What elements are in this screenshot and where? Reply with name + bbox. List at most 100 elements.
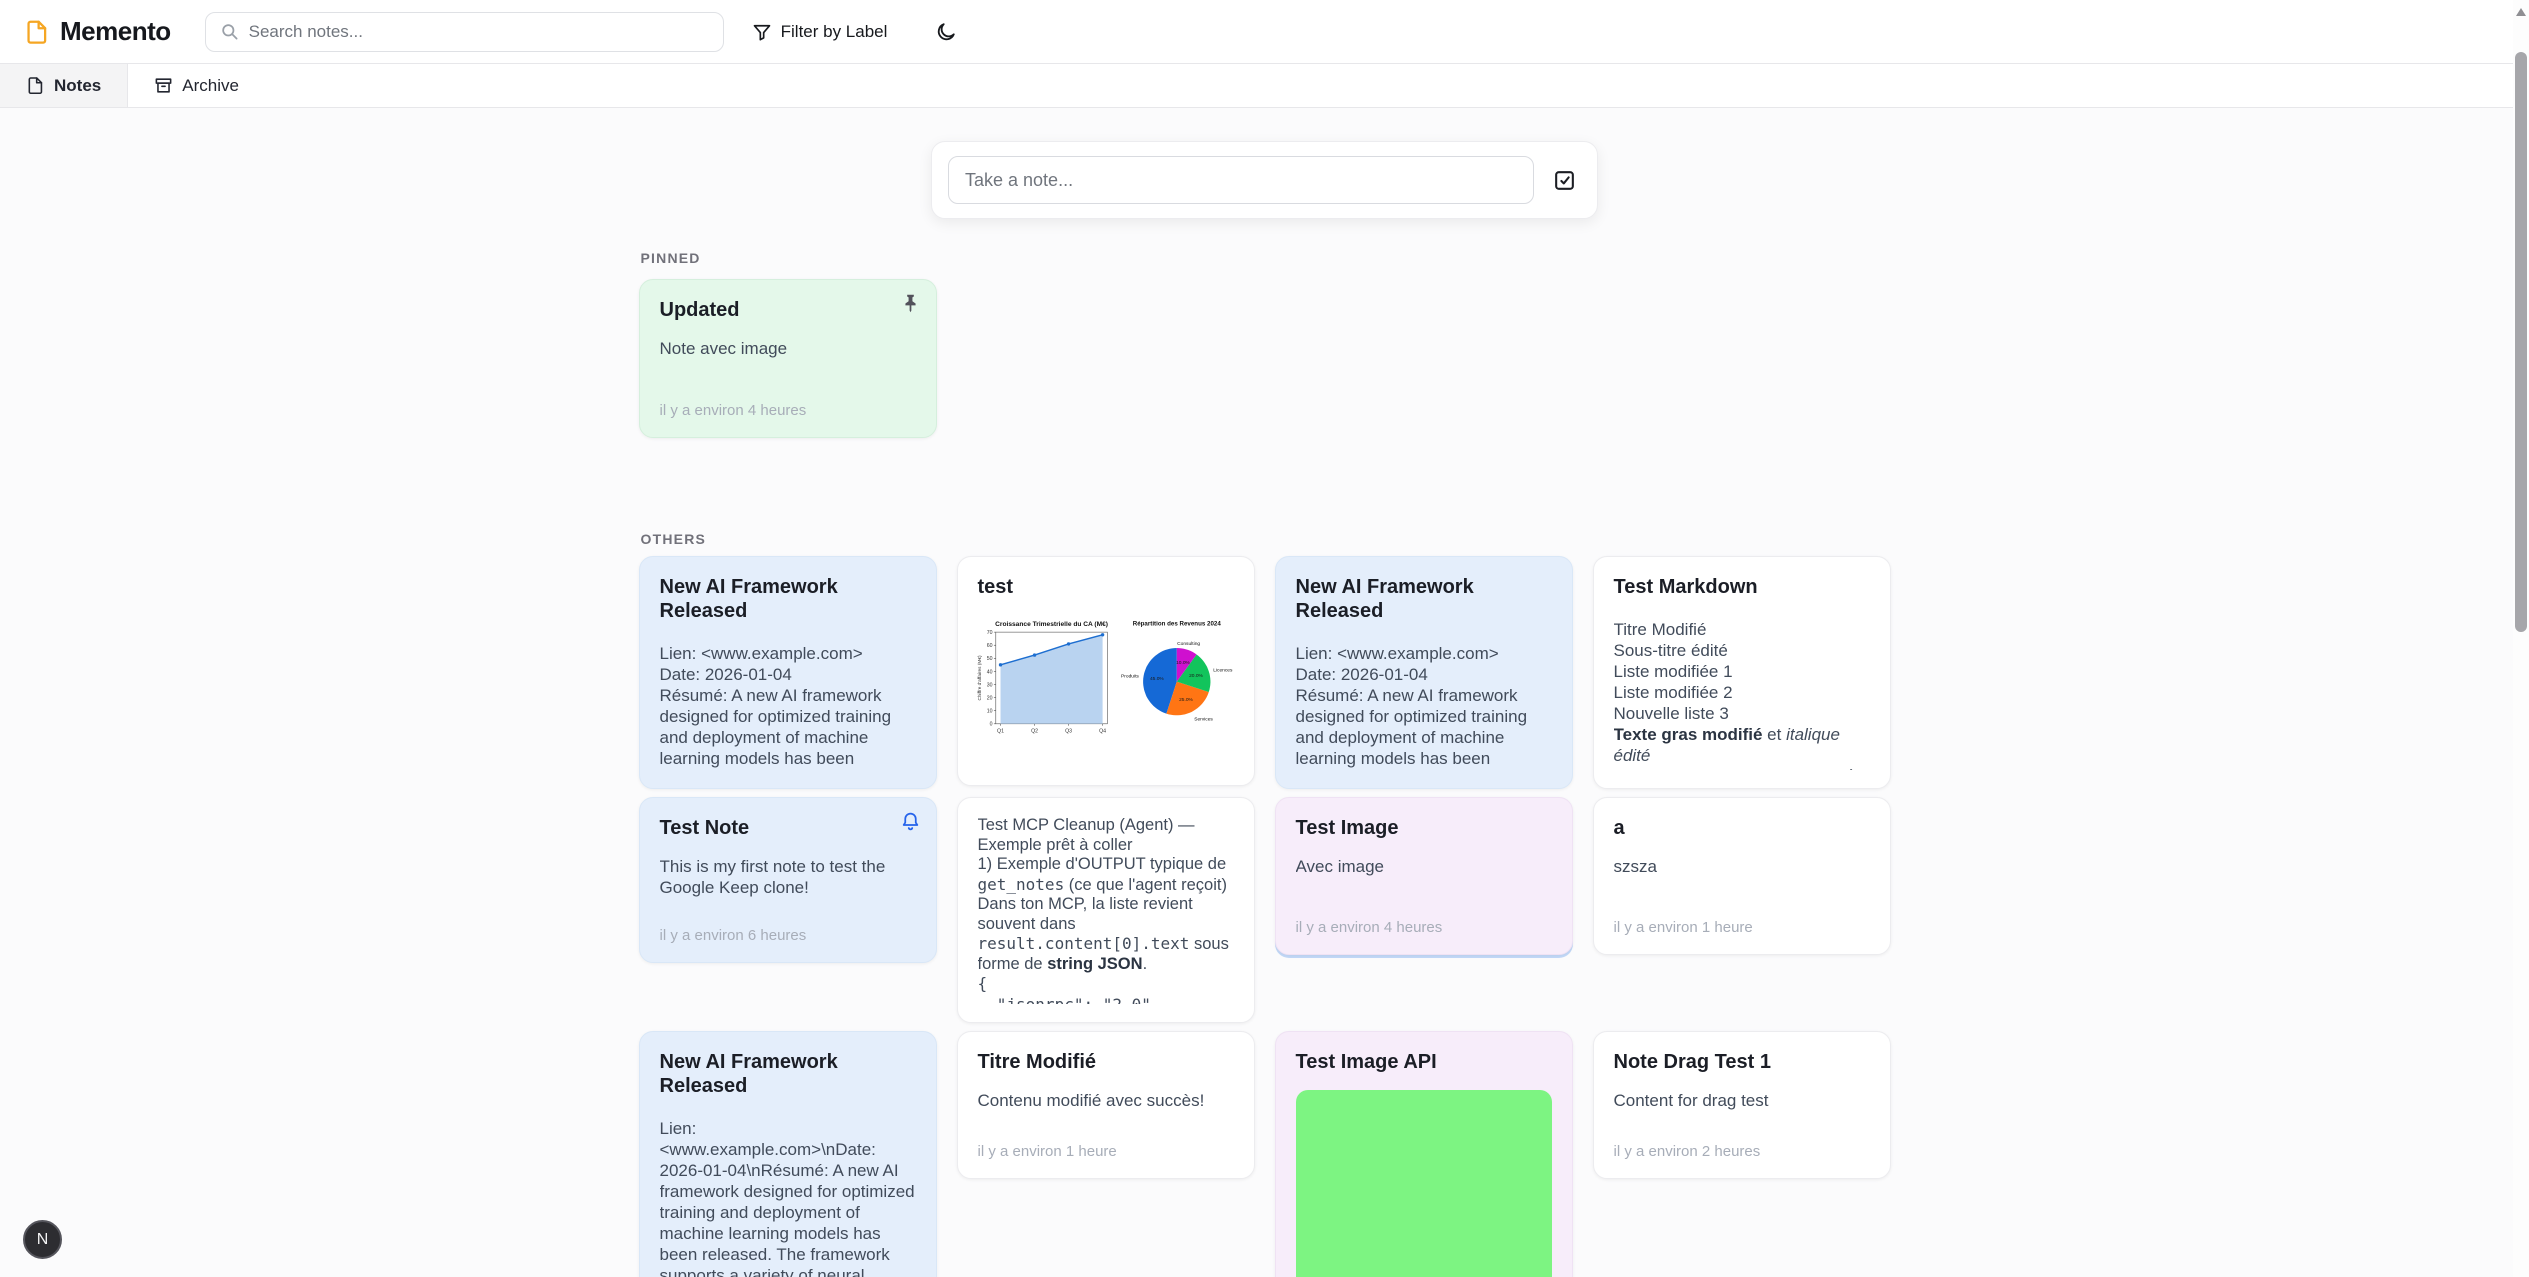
note-card-updated[interactable]: Updated Note avec image il y a environ 4… [639,279,937,438]
svg-text:60: 60 [986,643,992,649]
note-title: New AI Framework Released [1296,575,1552,623]
note-body: Note avec image [660,338,916,359]
note-card-test-note[interactable]: Test Note This is my first note to test … [639,797,937,963]
note-body: Avec image [1296,856,1552,877]
app-title: Memento [60,16,171,47]
tab-notes-label: Notes [54,76,101,96]
note-title: Test Markdown [1614,575,1870,599]
app-brand: Memento [24,16,171,47]
svg-text:0: 0 [989,722,992,728]
tab-notes[interactable]: Notes [0,64,128,107]
scrollbar-up-arrow[interactable] [2516,8,2526,16]
svg-text:25.0%: 25.0% [1179,697,1193,703]
scrollbar-thumb[interactable] [2515,52,2527,632]
svg-text:Consulting: Consulting [1177,641,1200,647]
others-section-label: OTHERS [641,531,1891,547]
note-card-drag-test[interactable]: Note Drag Test 1 Content for drag test i… [1593,1031,1891,1179]
note-body: Titre ModifiéSous-titre éditéListe modif… [1614,619,1870,770]
note-card-new-ai-framework-2[interactable]: New AI Framework Released Lien: <www.exa… [1275,556,1573,789]
svg-text:10.0%: 10.0% [1176,660,1190,666]
svg-text:45.0%: 45.0% [1149,676,1163,682]
note-body: Lien: <www.example.com> Date: 2026-01-04… [1296,643,1552,770]
note-body: Contenu modifié avec succès! [978,1090,1234,1111]
filter-by-label-text: Filter by Label [781,22,888,42]
svg-text:20: 20 [986,695,992,701]
tabs-bar: Notes Archive [0,64,2529,108]
user-avatar[interactable]: N [23,1220,62,1259]
note-card-test-markdown[interactable]: Test Markdown Titre ModifiéSous-titre éd… [1593,556,1891,789]
tab-archive-label: Archive [182,76,239,96]
note-card-titre-modifie[interactable]: Titre Modifié Contenu modifié avec succè… [957,1031,1255,1179]
note-body: Test MCP Cleanup (Agent) — Exemple prêt … [978,816,1234,1004]
note-title: a [1614,816,1870,840]
revenue-split-pie-chart: Répartition des Revenus 2024 45.0% Produit… [1113,617,1237,731]
svg-text:40: 40 [986,669,992,675]
note-timestamp: il y a environ 1 heure [1614,905,1870,936]
bell-icon[interactable] [900,811,921,832]
note-title: New AI Framework Released [660,1050,916,1098]
note-card-mcp-cleanup[interactable]: Test MCP Cleanup (Agent) — Exemple prêt … [957,797,1255,1023]
svg-text:10: 10 [986,709,992,715]
scrollbar[interactable] [2513,0,2529,1277]
note-body: This is my first note to test the Google… [660,856,916,898]
note-composer[interactable] [931,141,1598,219]
others-grid: New AI Framework Released Lien: <www.exa… [639,556,1891,1277]
note-timestamp: il y a environ 6 heures [660,913,916,944]
filter-funnel-icon [752,22,772,42]
note-card-a[interactable]: a szsza il y a environ 1 heure [1593,797,1891,955]
note-title: Note Drag Test 1 [1614,1050,1870,1074]
svg-text:50: 50 [986,656,992,662]
archive-box-icon [154,76,173,95]
note-title: New AI Framework Released [660,575,916,623]
note-title: Test Image [1296,816,1552,840]
svg-text:Q4: Q4 [1099,728,1106,734]
svg-text:70: 70 [986,630,992,636]
svg-text:Répartition des Revenus 2024: Répartition des Revenus 2024 [1132,620,1221,627]
note-charts-image: 010203040506070Q1Q2Q3Q4Croissance Trimes… [978,617,1234,739]
note-body: Lien: <www.example.com>\nDate: 2026-01-0… [660,1118,916,1277]
note-body: szsza [1614,856,1870,877]
note-card-test-image[interactable]: Test Image Avec image il y a environ 4 h… [1275,797,1573,955]
note-green-image [1296,1090,1552,1277]
svg-text:30: 30 [986,682,992,688]
note-body: Content for drag test [1614,1090,1870,1111]
note-timestamp: il y a environ 4 heures [1296,905,1552,936]
svg-text:20.0%: 20.0% [1189,673,1203,679]
notes-main: PINNED Updated Note avec image il y a en… [639,141,1891,1277]
note-card-test[interactable]: test 010203040506070Q1Q2Q3Q4Croissance T… [957,556,1255,786]
revenue-growth-line-chart: 010203040506070Q1Q2Q3Q4Croissance Trimes… [975,617,1113,739]
take-a-note-input[interactable] [948,156,1534,204]
logo-file-icon [24,19,50,45]
filter-by-label-button[interactable]: Filter by Label [742,14,898,50]
note-title: Titre Modifié [978,1050,1234,1074]
note-card-new-ai-framework-1[interactable]: New AI Framework Released Lien: <www.exa… [639,556,937,789]
pinned-grid: Updated Note avec image il y a environ 4… [639,279,1891,438]
note-card-new-ai-framework-3[interactable]: New AI Framework Released Lien: <www.exa… [639,1031,937,1277]
svg-text:Produits: Produits [1121,673,1139,679]
search-input[interactable] [249,22,709,42]
note-timestamp: il y a environ 4 heures [660,388,916,419]
new-checklist-button[interactable] [1548,164,1581,197]
pinned-section-label: PINNED [641,250,1891,266]
pin-icon[interactable] [900,293,921,314]
search-box[interactable] [205,12,724,52]
note-body: Lien: <www.example.com> Date: 2026-01-04… [660,643,916,770]
note-timestamp: il y a environ 2 heures [1614,1129,1870,1160]
note-title: Test Note [660,816,916,840]
tab-archive[interactable]: Archive [128,64,265,107]
svg-text:Services: Services [1194,716,1213,722]
moon-icon [935,21,957,43]
note-title: Updated [660,298,916,322]
note-card-test-image-api[interactable]: Test Image API [1275,1031,1573,1277]
svg-text:Chiffre d'affaires (M€): Chiffre d'affaires (M€) [977,655,983,700]
note-title: Test Image API [1296,1050,1552,1074]
search-icon [220,22,239,41]
avatar-initial: N [37,1231,49,1249]
svg-text:Q1: Q1 [997,728,1004,734]
theme-toggle-button[interactable] [929,15,963,49]
top-bar: Memento Filter by Label [0,0,2529,64]
checkbox-icon [1552,168,1577,193]
note-title: test [978,575,1234,599]
svg-text:Q2: Q2 [1031,728,1038,734]
svg-text:Q3: Q3 [1065,728,1072,734]
